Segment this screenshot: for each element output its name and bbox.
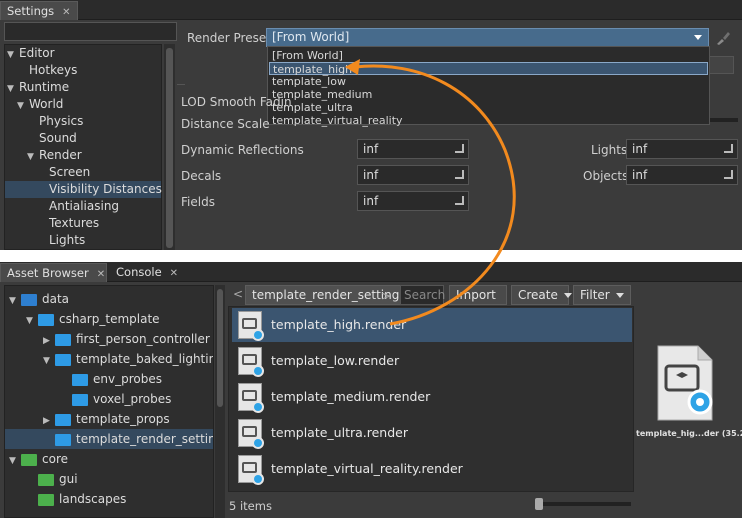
annotation-arrow <box>345 59 516 326</box>
